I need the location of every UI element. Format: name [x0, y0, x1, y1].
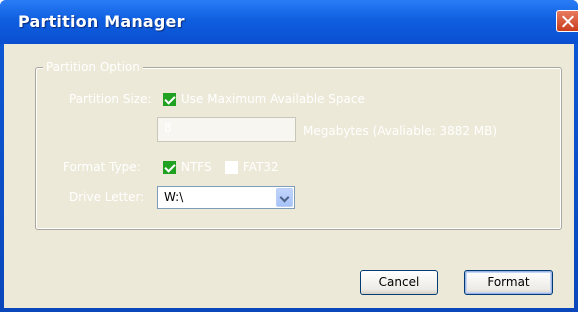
- partition-manager-window: Partition Manager Partition Option Parti…: [0, 0, 578, 312]
- cancel-button[interactable]: Cancel: [360, 270, 438, 295]
- dialog-body: Partition Option Partition Size: Use Max…: [4, 44, 574, 308]
- partition-option-group: Partition Option Partition Size: Use Max…: [35, 60, 562, 230]
- chevron-down-icon[interactable]: [276, 188, 293, 207]
- format-type-label: Format Type:: [63, 160, 141, 174]
- drive-letter-select[interactable]: W:\: [157, 186, 295, 209]
- partition-size-label: Partition Size:: [69, 92, 152, 106]
- group-legend: Partition Option: [43, 60, 143, 74]
- close-icon[interactable]: [556, 10, 578, 32]
- drive-letter-label: Drive Letter:: [69, 190, 145, 204]
- fat32-checkbox[interactable]: [225, 161, 238, 174]
- ntfs-label[interactable]: NTFS: [181, 160, 212, 174]
- window-title: Partition Manager: [18, 12, 185, 31]
- ntfs-checkbox[interactable]: [163, 161, 176, 174]
- use-max-space-checkbox[interactable]: [163, 93, 176, 106]
- title-bar[interactable]: Partition Manager: [0, 0, 578, 44]
- partition-size-input[interactable]: 8: [157, 117, 296, 142]
- use-max-space-label[interactable]: Use Maximum Available Space: [181, 92, 365, 106]
- fat32-label[interactable]: FAT32: [243, 160, 279, 174]
- megabytes-available-label: Megabytes (Avaliable: 3882 MB): [303, 124, 498, 138]
- drive-letter-value: W:\: [164, 190, 184, 204]
- format-button[interactable]: Format: [464, 270, 553, 295]
